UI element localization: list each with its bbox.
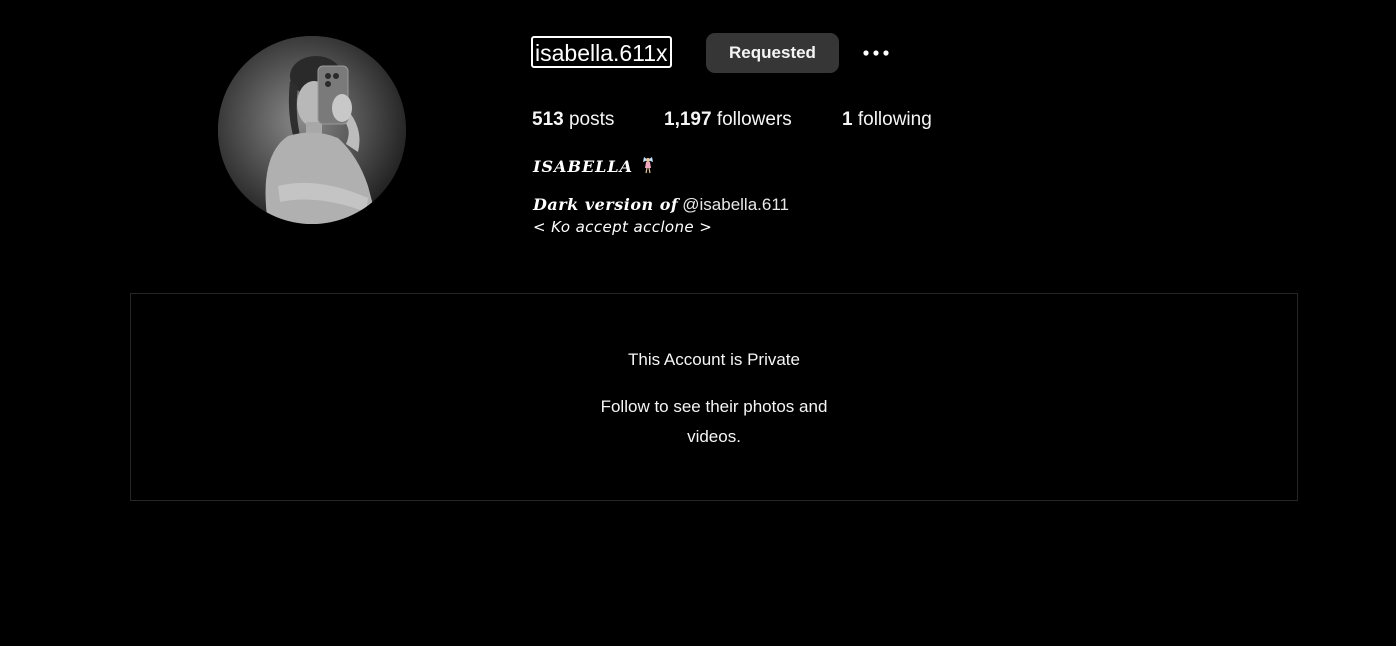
private-account-title: This Account is Private [628,350,800,369]
full-name-text: ISABELLA [533,157,634,176]
avatar-photo-icon [218,36,406,224]
private-account-notice: This Account is Private Follow to see th… [130,293,1298,501]
followers-link[interactable]: 1,197 followers [664,108,792,132]
following-link[interactable]: 1 following [842,108,932,132]
following-count-value: 1 [842,109,853,130]
following-count-label: following [857,109,932,130]
bio-line-1: Dark version of @isabella.611 [533,193,789,218]
username[interactable]: isabella.611x [531,36,672,68]
requested-button[interactable]: Requested [706,33,839,73]
bio-line-2: < Ko accept acclone > [533,218,713,236]
bio-text: Dark version of [533,195,679,214]
followers-count-label: followers [716,109,792,130]
fairy-icon [641,156,655,180]
profile-avatar[interactable] [218,36,406,224]
posts-count-value: 513 [532,109,564,130]
more-horizontal-icon [863,50,889,56]
private-account-subtitle: Follow to see their photos and videos. [600,397,828,446]
posts-count-label: posts [568,109,615,130]
full-name: ISABELLA [533,156,655,180]
more-options-button[interactable] [858,40,894,66]
profile-page: isabella.611x Requested 513 posts 1,197 … [0,0,1396,646]
followers-count-value: 1,197 [664,109,712,130]
bio-mention-link[interactable]: @isabella.611 [682,195,789,214]
posts-count: 513 posts [532,108,614,132]
